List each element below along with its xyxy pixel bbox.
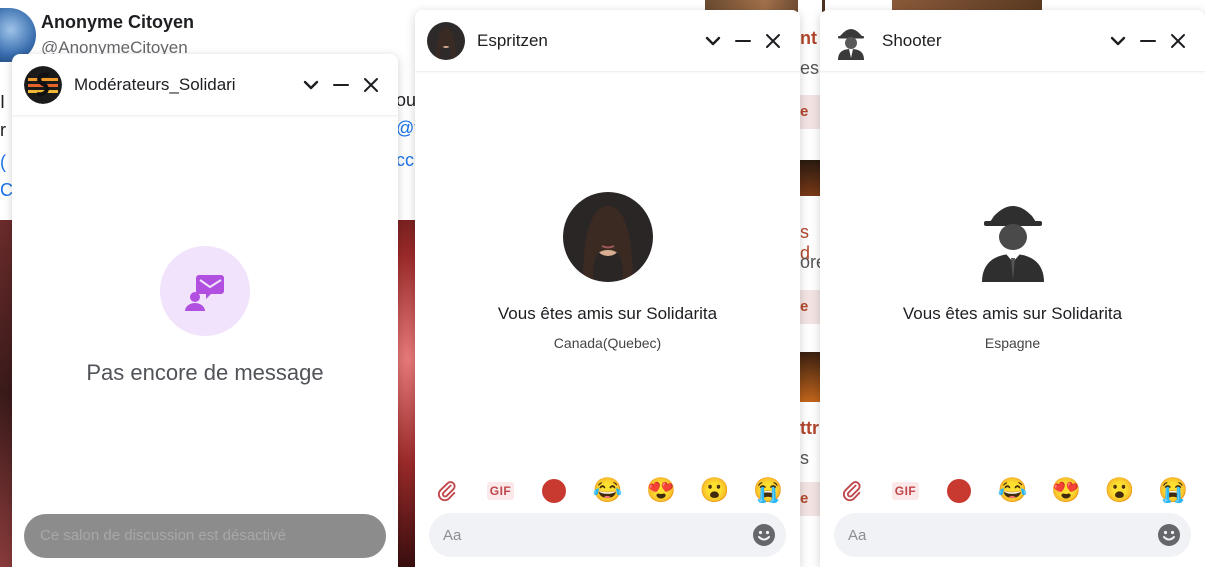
background-fragment: es xyxy=(800,58,820,78)
chat-header[interactable]: Shooter xyxy=(820,10,1205,72)
message-input-placeholder: Aa xyxy=(848,526,867,544)
background-profile-name: Anonyme Citoyen xyxy=(41,12,195,32)
gif-label: GIF xyxy=(486,482,515,500)
background-fragment: cc xyxy=(396,150,414,170)
surprised-emoji-icon: 😮 xyxy=(1104,477,1135,504)
gif-button[interactable]: GIF xyxy=(888,473,924,509)
emoji-wow-button[interactable]: 😮 xyxy=(1102,473,1138,509)
crying-emoji-icon: 😭 xyxy=(1158,477,1188,504)
close-icon[interactable] xyxy=(1163,26,1193,56)
background-chip: e xyxy=(798,290,822,324)
user-avatar xyxy=(832,21,870,60)
chat-title: Shooter xyxy=(882,30,942,50)
friend-location: Espagne xyxy=(984,335,1041,351)
record-button[interactable] xyxy=(536,473,572,509)
emoji-cry-button[interactable]: 😭 xyxy=(1155,473,1191,509)
heart-eyes-emoji-icon: 😍 xyxy=(1051,477,1081,504)
attachment-icon[interactable] xyxy=(834,473,870,509)
minimize-icon[interactable] xyxy=(728,26,758,56)
friend-intro: Vous êtes amis sur Solidarita Canada(Que… xyxy=(415,192,800,351)
group-logo-avatar xyxy=(24,65,62,104)
minimize-icon[interactable] xyxy=(1133,26,1163,56)
laughing-emoji-icon: 😂 xyxy=(997,477,1028,504)
background-photo xyxy=(798,160,822,196)
disabled-message-input: Ce salon de discussion est désactivé xyxy=(24,514,386,558)
close-icon[interactable] xyxy=(356,70,386,100)
emoji-laugh-button[interactable]: 😂 xyxy=(995,473,1031,509)
laughing-emoji-icon: 😂 xyxy=(592,477,623,504)
emoji-love-button[interactable]: 😍 xyxy=(1048,473,1084,509)
anonymous-agent-icon xyxy=(967,192,1058,282)
chevron-down-icon[interactable] xyxy=(1103,26,1133,56)
background-fragment: ou xyxy=(396,90,417,110)
attachment-icon[interactable] xyxy=(429,473,465,509)
background-photo xyxy=(0,220,12,567)
message-input[interactable]: Aa xyxy=(429,513,786,557)
friend-status-text: Vous êtes amis sur Solidarita xyxy=(902,304,1123,323)
friend-status-text: Vous êtes amis sur Solidarita xyxy=(497,304,718,323)
background-fragment: r xyxy=(0,120,6,140)
background-fragment: nt xyxy=(800,28,817,48)
emoji-laugh-button[interactable]: 😂 xyxy=(590,473,626,509)
chevron-down-icon[interactable] xyxy=(296,70,326,100)
composer-toolbar: GIF 😂 😍 😮 😭 xyxy=(834,473,1191,509)
chat-window-moderateurs: Modérateurs_Solidari Pas encore de messa… xyxy=(12,54,398,567)
emoji-love-button[interactable]: 😍 xyxy=(643,473,679,509)
background-fragment: ttr xyxy=(800,418,819,438)
chat-header[interactable]: Modérateurs_Solidari xyxy=(12,54,398,116)
message-input-placeholder: Aa xyxy=(443,526,462,544)
background-chip: e xyxy=(798,95,822,129)
emoji-wow-button[interactable]: 😮 xyxy=(697,473,733,509)
smiley-icon[interactable] xyxy=(752,523,776,547)
minimize-icon[interactable] xyxy=(326,70,356,100)
chat-window-espritzen: Espritzen Vous êtes amis sur Solidarita … xyxy=(415,10,800,567)
friend-location: Canada(Quebec) xyxy=(553,335,662,351)
user-avatar xyxy=(427,21,465,60)
chevron-down-icon[interactable] xyxy=(698,26,728,56)
chat-title: Espritzen xyxy=(477,30,548,50)
gif-button[interactable]: GIF xyxy=(483,473,519,509)
background-right-column: nt es e s d ore e ttr s e xyxy=(798,0,826,567)
emoji-cry-button[interactable]: 😭 xyxy=(750,473,786,509)
background-fragment: I xyxy=(0,92,6,112)
composer-toolbar: GIF 😂 😍 😮 😭 xyxy=(429,473,786,509)
gif-label: GIF xyxy=(891,482,920,500)
message-bubble-icon xyxy=(160,246,250,336)
record-icon xyxy=(947,479,971,503)
background-fragment: s xyxy=(800,448,809,468)
empty-state: Pas encore de message xyxy=(12,246,398,386)
close-icon[interactable] xyxy=(758,26,788,56)
record-icon xyxy=(542,479,566,503)
background-fragment: ( xyxy=(0,152,6,172)
smiley-icon[interactable] xyxy=(1157,523,1181,547)
message-input[interactable]: Aa xyxy=(834,513,1191,557)
crying-emoji-icon: 😭 xyxy=(753,477,783,504)
heart-eyes-emoji-icon: 😍 xyxy=(646,477,676,504)
friend-intro: Vous êtes amis sur Solidarita Espagne xyxy=(820,192,1205,351)
chat-header[interactable]: Espritzen xyxy=(415,10,800,72)
chat-window-shooter: Shooter Vous êtes amis sur Solidarita Es… xyxy=(820,10,1205,567)
empty-state-text: Pas encore de message xyxy=(86,360,324,385)
background-chip: e xyxy=(798,482,822,516)
friend-avatar-large xyxy=(562,192,653,282)
background-photo xyxy=(798,352,822,402)
surprised-emoji-icon: 😮 xyxy=(699,477,730,504)
record-button[interactable] xyxy=(941,473,977,509)
chat-title: Modérateurs_Solidari xyxy=(74,74,236,94)
